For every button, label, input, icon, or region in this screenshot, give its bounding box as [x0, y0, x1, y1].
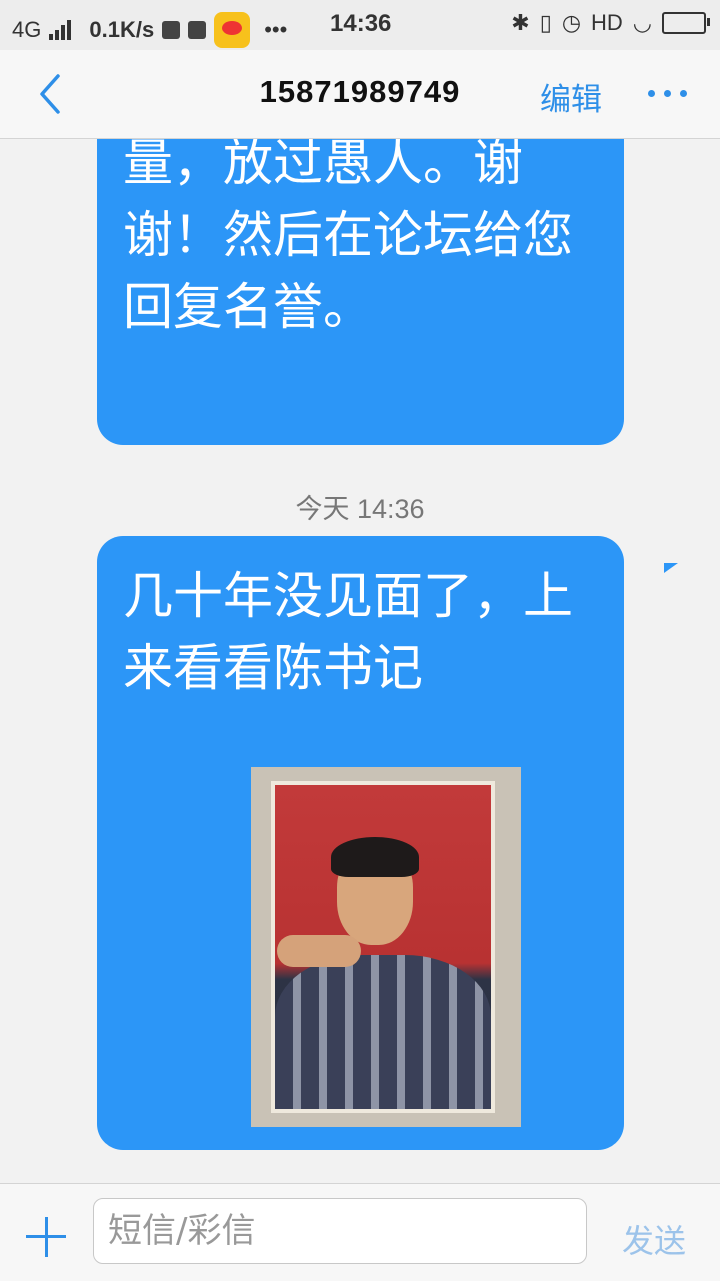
- alarm-icon: ◷: [561, 10, 582, 35]
- contact-title: 15871989749: [259, 74, 461, 109]
- battery-icon: [662, 12, 710, 34]
- network-speed: 0.1K/s: [89, 17, 155, 42]
- attached-photo[interactable]: [251, 767, 521, 1127]
- status-right: ✱ ▯ ◷ HD ◡: [511, 10, 710, 36]
- portrait-photo-image: [271, 781, 495, 1113]
- message-input[interactable]: [93, 1198, 587, 1264]
- photo-hand: [277, 935, 361, 967]
- more-dot-icon: [664, 90, 671, 97]
- wifi-icon: ◡: [632, 10, 652, 35]
- conversation[interactable]: 量，放过愚人。谢谢！然后在论坛给您回复名誉。 今天 14:36 几十年没见面了，…: [0, 139, 720, 1183]
- photo-hair: [331, 837, 419, 877]
- title-bar: 15871989749 编辑: [0, 50, 720, 139]
- attach-plus-button[interactable]: [26, 1217, 66, 1257]
- vibrate-icon: ▯: [539, 10, 552, 35]
- notification-bag-icon: [162, 21, 181, 39]
- signal-icon: [49, 20, 72, 40]
- more-notifications: •••: [264, 17, 288, 42]
- more-dot-icon: [680, 90, 687, 97]
- send-button[interactable]: 发送: [622, 1216, 686, 1262]
- message-bubble[interactable]: 量，放过愚人。谢谢！然后在论坛给您回复名誉。: [97, 139, 624, 445]
- weibo-icon: [214, 12, 251, 48]
- status-bar: 4G 0.1K/s ••• 14:36 ✱ ▯ ◷ HD ◡: [0, 0, 720, 50]
- message-text: 几十年没见面了，上来看看陈书记: [123, 567, 573, 697]
- message-timestamp: 今天 14:36: [295, 494, 425, 524]
- network-type: 4G: [12, 17, 42, 42]
- hd-label: HD: [591, 10, 623, 35]
- bubble-tail: [664, 563, 678, 573]
- clock: 14:36: [330, 10, 392, 37]
- status-left: 4G 0.1K/s •••: [12, 12, 287, 48]
- notification-bag-icon-2: [188, 21, 207, 39]
- bluetooth-icon: ✱: [511, 10, 530, 35]
- more-menu-button[interactable]: [648, 90, 687, 97]
- edit-button[interactable]: 编辑: [540, 74, 602, 119]
- more-dot-icon: [648, 90, 655, 97]
- compose-bar: 发送: [0, 1183, 720, 1281]
- photo-jacket: [275, 955, 491, 1109]
- message-text: 量，放过愚人。谢谢！然后在论坛给您回复名誉。: [123, 139, 573, 336]
